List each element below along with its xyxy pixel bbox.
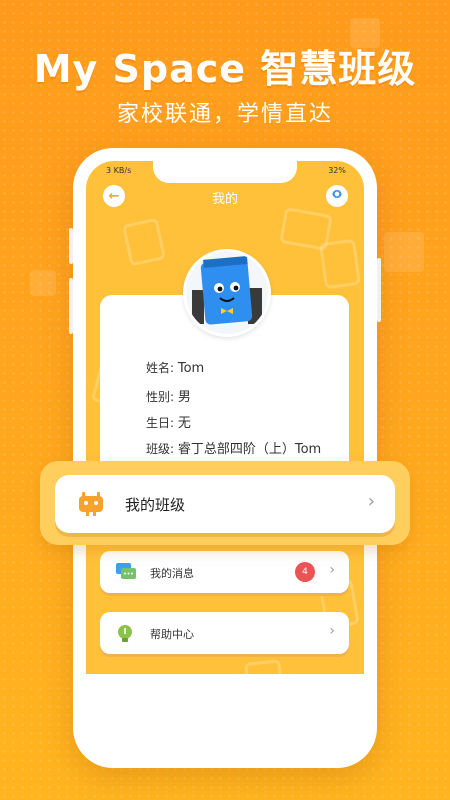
background-decoration [30, 270, 56, 296]
class-value: 睿丁总部四阶（上）Tom [177, 442, 322, 457]
chat-bubble-icon [116, 563, 136, 585]
phone-side-button [69, 278, 73, 334]
subheadline: 家校联通，学情直达 [116, 102, 333, 127]
chevron-right-icon: › [367, 491, 375, 512]
profile-gender-row: 性别: 男 [146, 386, 191, 405]
profile-class-row: 班级: 睿丁总部四阶（上）Tom [146, 438, 321, 457]
status-battery: 32% [328, 166, 346, 175]
robot-class-icon [77, 490, 105, 522]
screen-bottom [86, 674, 364, 721]
birthday-label: 生日: [146, 416, 175, 430]
name-value: Tom [177, 361, 205, 376]
name-label: 姓名: [146, 361, 175, 375]
phone-side-button [69, 228, 73, 264]
profile-birthday-row: 生日: 无 [146, 412, 191, 431]
phone-notch [153, 161, 297, 183]
status-network: 3 KB/s [106, 166, 132, 175]
phone-frame: 3 KB/s 32% ← 我的 姓名: Tom 性别: 男 生日: 无 班级: … [69, 148, 381, 768]
chevron-right-icon: › [329, 623, 335, 639]
page-title: 我的 [211, 192, 238, 207]
avatar-mascot-icon [186, 252, 268, 334]
gender-value: 男 [177, 390, 191, 405]
avatar[interactable] [183, 249, 271, 337]
chevron-right-icon: › [329, 562, 335, 578]
headline: My Space 智慧班级 [33, 47, 417, 91]
phone-side-button [377, 258, 381, 322]
my-messages-item[interactable]: 我的消息 4 › [100, 551, 349, 593]
birthday-value: 无 [177, 416, 191, 431]
lightbulb-icon [116, 624, 134, 648]
my-class-label: 我的班级 [125, 496, 186, 514]
my-class-highlight: 我的班级 › [40, 461, 410, 545]
my-class-item[interactable]: 我的班级 › [55, 475, 395, 533]
background-decoration [384, 232, 424, 272]
my-messages-label: 我的消息 [150, 567, 194, 580]
gear-icon [330, 187, 344, 205]
app-screen: 3 KB/s 32% ← 我的 姓名: Tom 性别: 男 生日: 无 班级: … [86, 161, 364, 721]
profile-name-row: 姓名: Tom [146, 359, 204, 376]
help-center-label: 帮助中心 [150, 628, 194, 641]
settings-button[interactable] [326, 185, 348, 207]
class-label: 班级: [146, 442, 175, 456]
help-center-item[interactable]: 帮助中心 › [100, 612, 349, 654]
gender-label: 性别: [146, 390, 175, 404]
unread-count-badge: 4 [295, 562, 315, 582]
